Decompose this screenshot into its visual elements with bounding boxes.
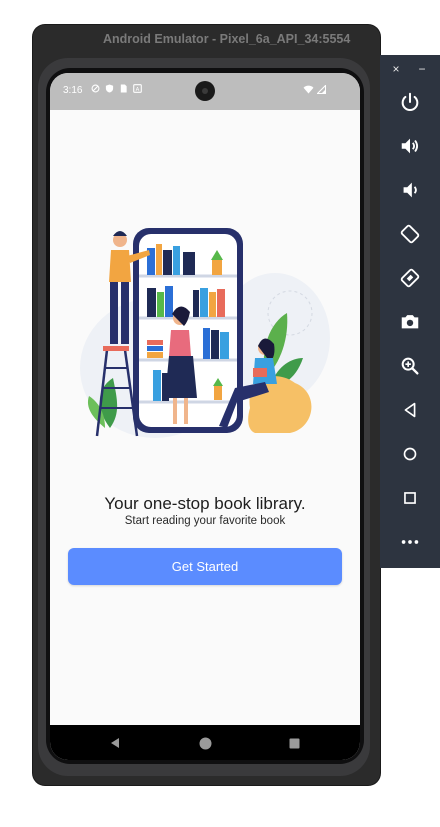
status-time: 3:16: [63, 85, 83, 96]
nav-overview-icon[interactable]: [285, 734, 303, 752]
home-icon[interactable]: [396, 440, 424, 468]
data-saver-icon: [91, 84, 100, 93]
shield-icon: [105, 84, 114, 93]
power-icon[interactable]: [396, 88, 424, 116]
volume-up-icon[interactable]: [396, 132, 424, 160]
wifi-icon: [303, 85, 314, 94]
onboarding-screen: Your one-stop book library. Start readin…: [50, 110, 360, 725]
signal-icon: [317, 85, 326, 94]
front-camera: [195, 81, 215, 101]
library-illustration: [80, 228, 330, 438]
toolbar-window-controls: × −: [380, 61, 440, 77]
nav-back-icon[interactable]: [106, 734, 124, 752]
emulator-toolbar: × −: [380, 55, 440, 568]
device-screen: 3:16 A Your one-stop book library. Start…: [50, 73, 360, 760]
font-size-icon: A: [133, 84, 142, 93]
close-icon[interactable]: ×: [388, 61, 404, 77]
more-icon[interactable]: [396, 528, 424, 556]
svg-text:A: A: [136, 87, 140, 93]
status-notification-icons: A: [91, 84, 142, 93]
status-bar: 3:16 A: [50, 73, 360, 110]
sim-card-icon: [120, 84, 127, 93]
get-started-button[interactable]: Get Started: [68, 548, 342, 585]
volume-down-icon[interactable]: [396, 176, 424, 204]
zoom-icon[interactable]: [396, 352, 424, 380]
rotate-left-icon[interactable]: [396, 220, 424, 248]
status-system-icons: [303, 85, 326, 94]
minimize-icon[interactable]: −: [414, 61, 430, 77]
camera-icon[interactable]: [396, 308, 424, 336]
window-title: Android Emulator - Pixel_6a_API_34:5554: [103, 32, 351, 46]
back-icon[interactable]: [396, 396, 424, 424]
navigation-bar: [50, 725, 360, 760]
rotate-right-icon[interactable]: [396, 264, 424, 292]
window-titlebar[interactable]: Android Emulator - Pixel_6a_API_34:5554: [33, 25, 380, 55]
page-subtitle: Start reading your favorite book: [124, 515, 286, 527]
page-title: Your one-stop book library.: [104, 494, 306, 513]
nav-home-icon[interactable]: [196, 734, 214, 752]
overview-icon[interactable]: [396, 484, 424, 512]
